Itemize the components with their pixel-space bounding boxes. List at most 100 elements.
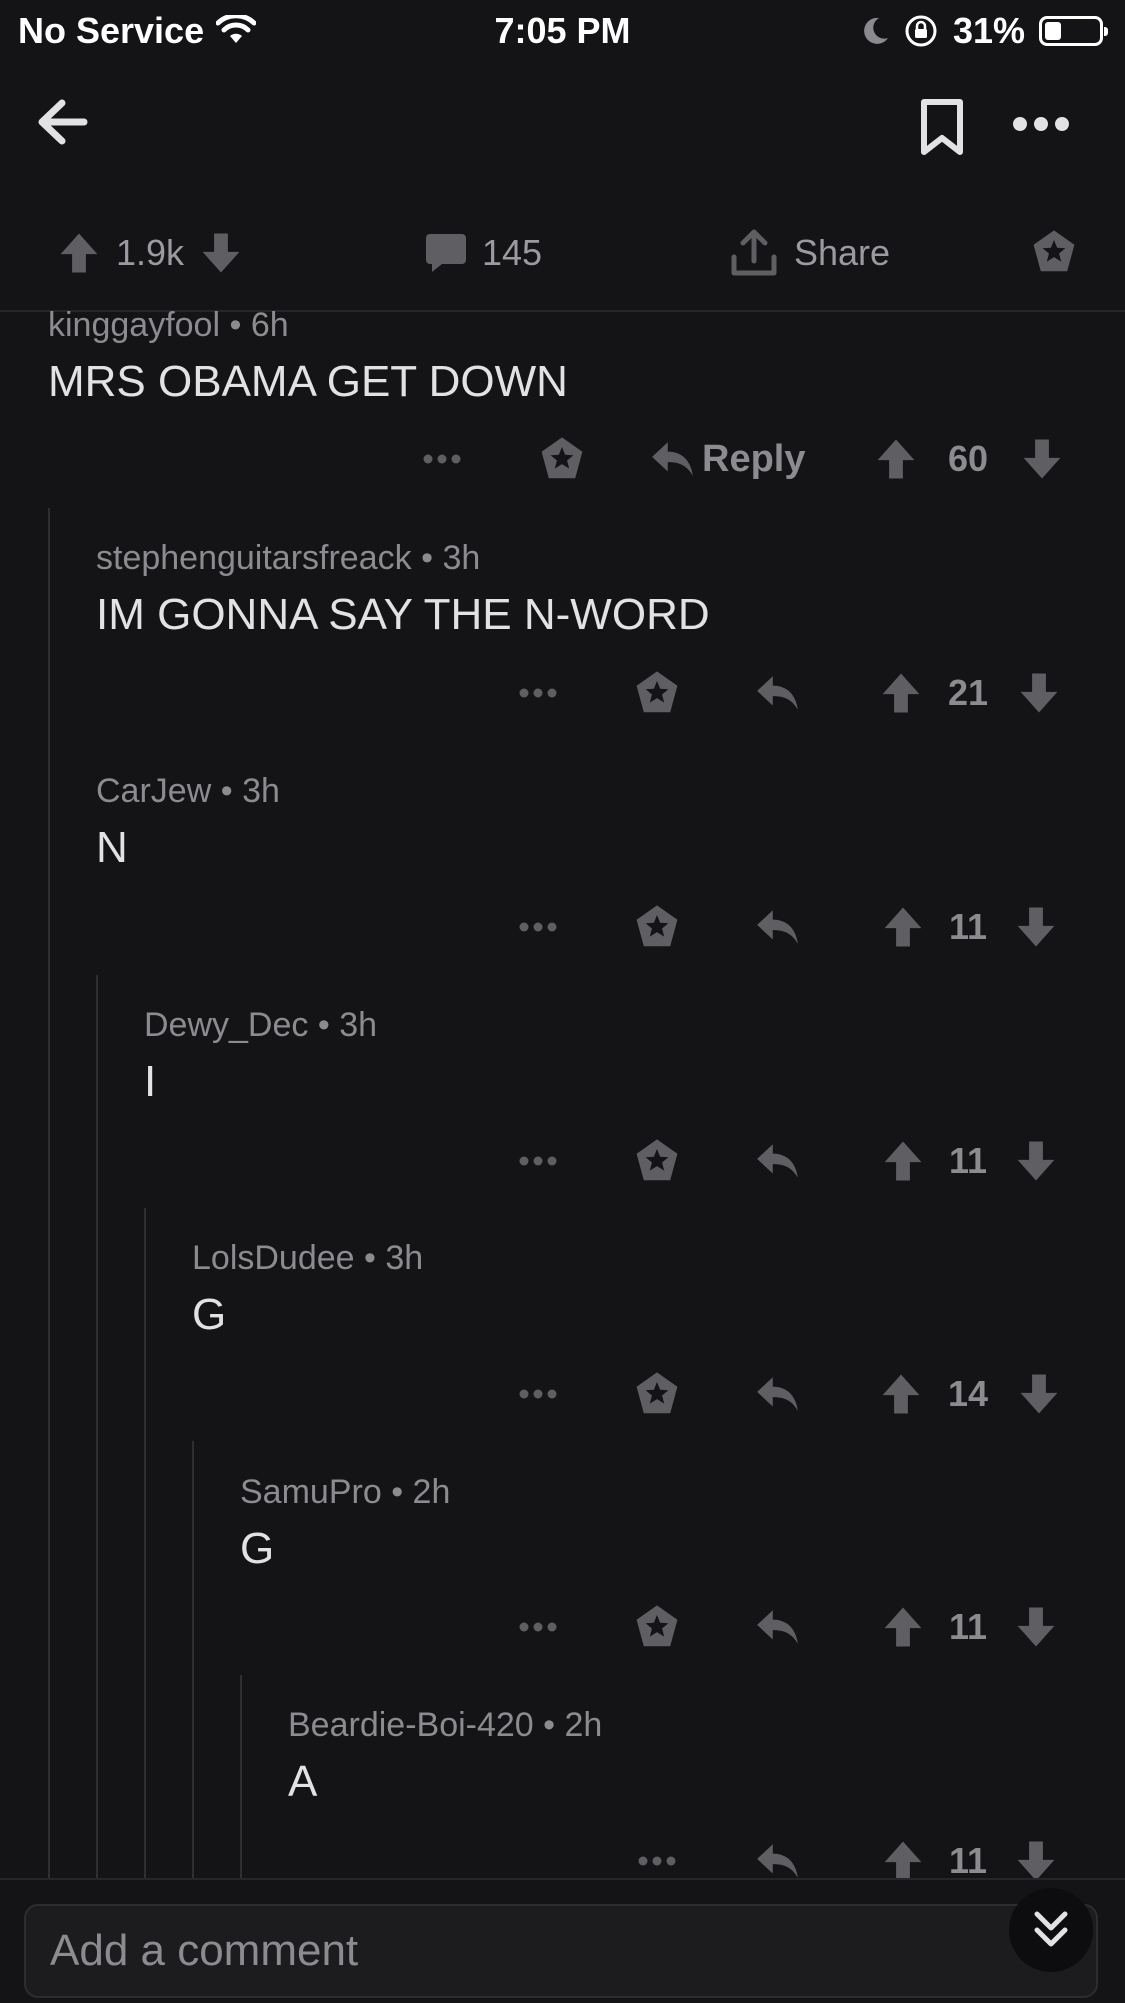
more-button[interactable]: [418, 434, 466, 484]
meta-separator: •: [543, 1706, 556, 1744]
upvote-button[interactable]: [879, 902, 927, 952]
reply-icon: [650, 438, 696, 480]
more-button[interactable]: [633, 1836, 681, 1878]
award-button[interactable]: [631, 902, 683, 952]
add-comment-input[interactable]: [24, 1904, 1098, 1998]
comment-author[interactable]: Dewy_Dec: [144, 1006, 308, 1044]
share-label: Share: [794, 232, 891, 273]
reply-button[interactable]: [753, 1602, 803, 1652]
more-button[interactable]: [514, 1369, 562, 1419]
nav-bar: [0, 62, 1125, 192]
comment-author[interactable]: Beardie-Boi-420: [288, 1706, 534, 1744]
comment-age: 6h: [250, 310, 289, 344]
comment-age: 3h: [385, 1239, 424, 1277]
comment[interactable]: LolsDudee • 3h G: [192, 1239, 1092, 1340]
upvote-icon[interactable]: [56, 230, 102, 276]
upvote-button[interactable]: [872, 434, 920, 484]
upvote-button[interactable]: [879, 1136, 927, 1186]
downvote-icon: [1013, 904, 1059, 950]
award-icon: [633, 1603, 681, 1651]
award-icon[interactable]: [1030, 228, 1078, 276]
award-button[interactable]: [631, 1136, 683, 1186]
comment[interactable]: stephenguitarsfreack • 3h IM GONNA SAY T…: [96, 539, 1096, 640]
reply-button[interactable]: [753, 1836, 803, 1878]
upvote-button[interactable]: [877, 668, 925, 718]
bookmark-icon[interactable]: [918, 98, 966, 158]
reply-icon: [755, 1373, 801, 1415]
downvote-icon: [1013, 1838, 1059, 1878]
downvote-button[interactable]: [1015, 1369, 1063, 1419]
comment-meta: kinggayfool • 6h: [48, 310, 1098, 345]
comment-author[interactable]: SamuPro: [240, 1473, 382, 1511]
comment-body: N: [96, 823, 128, 872]
downvote-icon[interactable]: [198, 230, 244, 276]
share-button[interactable]: Share: [728, 229, 891, 276]
downvote-button[interactable]: [1015, 668, 1063, 718]
comment-author[interactable]: stephenguitarsfreack: [96, 539, 412, 577]
downvote-button[interactable]: [1012, 1836, 1060, 1878]
vote-count: 21: [947, 672, 989, 713]
award-button[interactable]: [631, 1369, 683, 1419]
downvote-icon: [1016, 670, 1062, 716]
post-vote-group: 1.9k: [56, 230, 244, 276]
comment-actions: 11: [0, 1836, 1125, 1878]
comment-meta: SamuPro • 2h: [240, 1473, 1090, 1512]
comment[interactable]: kinggayfool • 6h MRS OBAMA GET DOWN: [48, 310, 1098, 407]
downvote-button[interactable]: [1012, 1602, 1060, 1652]
upvote-button[interactable]: [879, 1602, 927, 1652]
downvote-icon: [1013, 1138, 1059, 1184]
reply-button[interactable]: [753, 1369, 803, 1419]
award-button[interactable]: [631, 1602, 683, 1652]
downvote-button[interactable]: [1018, 434, 1066, 484]
comment-body: G: [240, 1524, 275, 1573]
meta-separator: •: [421, 539, 433, 577]
comment-thread: kinggayfool • 6h MRS OBAMA GET DOWN Repl…: [0, 310, 1125, 1878]
upvote-button[interactable]: [877, 1369, 925, 1419]
downvote-button[interactable]: [1012, 902, 1060, 952]
downvote-icon: [1019, 436, 1065, 482]
award-button[interactable]: [536, 434, 588, 484]
comment-author[interactable]: kinggayfool: [48, 310, 220, 344]
back-arrow-icon[interactable]: [34, 94, 90, 150]
more-icon: [518, 1155, 558, 1167]
upvote-button[interactable]: [879, 1836, 927, 1878]
meta-separator: •: [220, 772, 233, 810]
more-button[interactable]: [514, 668, 562, 718]
comment-author[interactable]: CarJew: [96, 772, 211, 810]
status-bar: No Service 7:05 PM 31%: [0, 0, 1125, 62]
award-button[interactable]: [631, 668, 683, 718]
comment-body: IM GONNA SAY THE N-WORD: [96, 590, 710, 639]
comment[interactable]: Dewy_Dec • 3h I: [144, 1006, 1094, 1107]
reply-button[interactable]: [753, 1136, 803, 1186]
comment-meta: stephenguitarsfreack • 3h: [96, 539, 1096, 578]
reply-button[interactable]: [753, 902, 803, 952]
more-button[interactable]: [514, 1602, 562, 1652]
comment-meta: Dewy_Dec • 3h: [144, 1006, 1094, 1045]
vote-count: 11: [948, 906, 988, 947]
battery-icon: [1039, 16, 1108, 46]
status-right: 31%: [861, 10, 1108, 52]
reply-button[interactable]: Reply: [650, 434, 805, 484]
downvote-button[interactable]: [1012, 1136, 1060, 1186]
award-icon: [633, 1370, 681, 1418]
thread-line: [144, 1208, 146, 1878]
downvote-icon: [1016, 1371, 1062, 1417]
reply-button[interactable]: [753, 668, 803, 718]
comment[interactable]: SamuPro • 2h G: [240, 1473, 1090, 1574]
more-options-icon[interactable]: [1012, 116, 1070, 132]
comment-author[interactable]: LolsDudee: [192, 1239, 355, 1277]
upvote-icon: [880, 904, 926, 950]
comments-count-button[interactable]: 145: [424, 230, 542, 276]
vote-count: 11: [948, 1840, 988, 1878]
more-button[interactable]: [514, 1136, 562, 1186]
comment[interactable]: CarJew • 3h N: [96, 772, 1096, 873]
comment-body: G: [192, 1290, 227, 1339]
jump-to-next-button[interactable]: [1009, 1888, 1093, 1972]
award-icon: [633, 903, 681, 951]
meta-separator: •: [364, 1239, 376, 1277]
comment-actions: Reply 60: [0, 434, 1125, 484]
comment[interactable]: Beardie-Boi-420 • 2h A: [288, 1706, 1088, 1807]
comment-age: 2h: [412, 1473, 451, 1511]
more-button[interactable]: [514, 902, 562, 952]
thread-line: [96, 975, 98, 1878]
